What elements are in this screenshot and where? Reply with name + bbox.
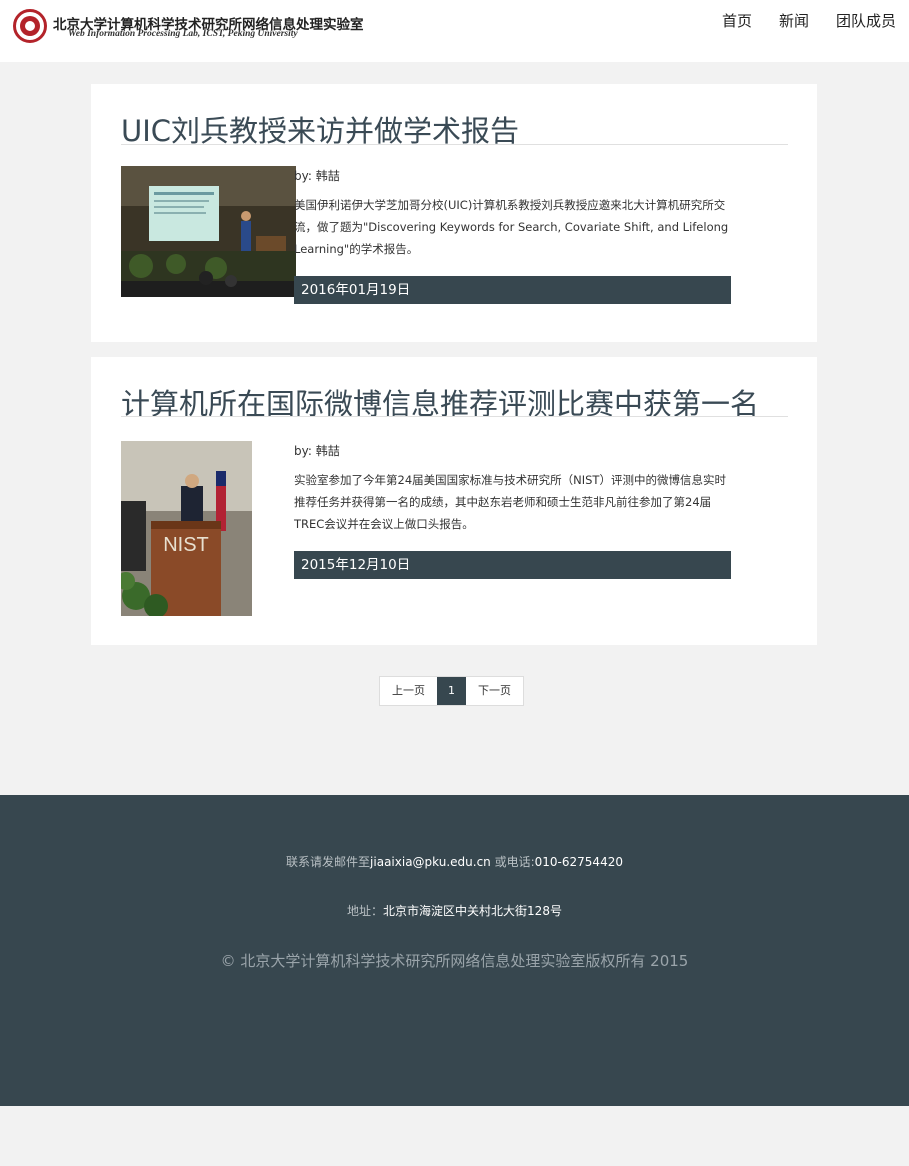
lab-name-en[interactable]: Web Information Processing Lab, ICST, Pe… (68, 29, 298, 39)
article-author: by: 韩喆 (294, 169, 340, 183)
pku-logo-icon[interactable] (13, 9, 47, 43)
address-label: 地址： (347, 904, 384, 918)
article-date: 2016年01月19日 (294, 276, 731, 304)
footer-contact: 联系请发邮件至jiaaixia@pku.edu.cn 或电话:010-62754… (0, 853, 909, 870)
footer-copyright: © 北京大学计算机科学技术研究所网络信息处理实验室版权所有 2015 (220, 952, 689, 970)
nav-team[interactable]: 团队成员 (836, 10, 896, 31)
address-value: 北京市海淀区中关村北大街128号 (383, 904, 562, 918)
article-summary: 美国伊利诺伊大学芝加哥分校(UIC)计算机系教授刘兵教授应邀来北大计算机研究所交… (294, 198, 729, 256)
current-page-button[interactable]: 1 (437, 677, 466, 705)
article-thumbnail[interactable] (121, 166, 296, 297)
article-summary: 实验室参加了今年第24届美国国家标准与技术研究所（NIST）评测中的微博信息实时… (294, 473, 726, 531)
contact-prefix: 联系请发邮件至 (286, 855, 371, 869)
contact-phone: 010-62754420 (534, 855, 623, 869)
news-article: 计算机所在国际微博信息推荐评测比赛中获第一名 NIST by: 韩喆 实验室参加… (91, 357, 817, 645)
nav-news[interactable]: 新闻 (779, 10, 809, 31)
site-header: 北京大学计算机科学技术研究所网络信息处理实验室 Web Information … (0, 0, 909, 62)
article-author: by: 韩喆 (294, 444, 340, 458)
main-nav: 首页 新闻 团队成员 (722, 10, 896, 31)
prev-page-button[interactable]: 上一页 (380, 677, 437, 705)
contact-email[interactable]: jiaaixia@pku.edu.cn (370, 855, 491, 869)
site-footer: 联系请发邮件至jiaaixia@pku.edu.cn 或电话:010-62754… (0, 795, 909, 1106)
svg-text:NIST: NIST (163, 534, 209, 556)
article-thumbnail[interactable]: NIST (121, 441, 252, 616)
article-date: 2015年12月10日 (294, 551, 731, 579)
footer-address: 地址：北京市海淀区中关村北大街128号 (0, 902, 909, 919)
nav-home[interactable]: 首页 (722, 10, 752, 31)
news-article: UIC刘兵教授来访并做学术报告 by: 韩喆 美国伊利诺伊大学芝加哥分校(UIC… (91, 84, 817, 342)
contact-mid: 或电话: (490, 855, 535, 869)
title-divider (121, 416, 788, 417)
next-page-button[interactable]: 下一页 (466, 677, 523, 705)
title-divider (121, 144, 788, 145)
pagination: 上一页 1 下一页 (379, 676, 524, 706)
